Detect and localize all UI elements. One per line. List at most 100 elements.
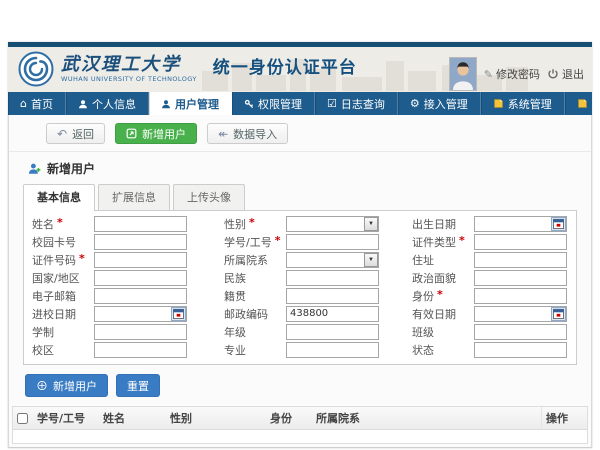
- field-label: 政治面貌: [412, 270, 456, 286]
- campus-card-input[interactable]: [94, 234, 187, 250]
- field-label: 状态: [412, 342, 434, 358]
- university-logo-icon: [18, 51, 54, 87]
- col-actions: 操作: [542, 407, 587, 429]
- postal-code-input[interactable]: [286, 306, 379, 322]
- person-icon: [78, 99, 88, 109]
- form-field: 进校日期: [28, 306, 220, 321]
- nav-item-access-management[interactable]: ⚙ 接入管理: [398, 92, 481, 115]
- nav-item-home[interactable]: ⌂ 首页: [8, 92, 66, 115]
- identity-input[interactable]: [474, 288, 567, 304]
- nav-label: 权限管理: [258, 96, 302, 112]
- country-region-input[interactable]: [94, 270, 187, 286]
- submit-add-user-button[interactable]: ⊕ 新增用户: [25, 374, 108, 397]
- nav-item-log-query[interactable]: ☑ 日志查询: [315, 92, 398, 115]
- field-label: 校园卡号: [32, 234, 76, 250]
- field-label: 籍贯: [224, 288, 246, 304]
- political-status-input[interactable]: [474, 270, 567, 286]
- data-import-button[interactable]: ↞ 数据导入: [207, 123, 288, 144]
- col-student-id: 学号/工号: [33, 407, 99, 429]
- field-label: 进校日期: [32, 306, 76, 322]
- department-dropdown-button[interactable]: ▼: [364, 253, 378, 267]
- university-name-en: WUHAN UNIVERSITY OF TECHNOLOGY: [61, 76, 197, 83]
- form-field: 学号/工号*: [220, 234, 408, 249]
- toolbar-add-user-label: 新增用户: [142, 126, 186, 142]
- campus-input[interactable]: [94, 342, 187, 358]
- form-field: 校园卡号: [28, 234, 220, 249]
- enrollment-date-calendar-button[interactable]: [171, 307, 186, 321]
- native-place-input[interactable]: [286, 288, 379, 304]
- gear-icon: ⚙: [410, 98, 420, 109]
- reset-label: 重置: [127, 378, 149, 394]
- nav-item-user-management[interactable]: 用户管理: [149, 92, 232, 115]
- gender-dropdown-button[interactable]: ▼: [364, 217, 378, 231]
- basic-info-panel: 姓名* 性别*▼ 出生日期 校园卡号 学号/工号* 证件类型* 证件号码* 所属…: [23, 210, 577, 365]
- change-password-label: 修改密码: [496, 66, 540, 82]
- add-user-icon: [126, 128, 137, 139]
- nav-item-subscription-management[interactable]: 订阅管理: [565, 92, 600, 115]
- field-label: 身份: [412, 288, 434, 304]
- plus-circle-icon: ⊕: [36, 380, 48, 392]
- header-user-area: ✎ 修改密码 退出: [449, 57, 584, 91]
- nav-label: 系统管理: [508, 96, 552, 112]
- nav-item-permission-management[interactable]: 权限管理: [232, 92, 315, 115]
- nav-item-system-management[interactable]: 系统管理: [481, 92, 565, 115]
- form-field: 邮政编码: [220, 306, 408, 321]
- field-label: 学号/工号: [224, 234, 272, 250]
- col-identity: 身份: [266, 407, 312, 429]
- grade-input[interactable]: [286, 324, 379, 340]
- tab-upload-photo[interactable]: 上传头像: [173, 184, 245, 210]
- nav-label: 用户管理: [175, 96, 219, 112]
- form-field: 年级: [220, 324, 408, 339]
- valid-date-calendar-button[interactable]: [551, 307, 566, 321]
- data-import-label: 数据导入: [233, 126, 277, 142]
- reset-button[interactable]: 重置: [116, 374, 160, 397]
- pencil-icon: ✎: [484, 68, 493, 81]
- select-all-checkbox[interactable]: [17, 413, 28, 424]
- auth-platform-window: 武汉理工大学 WUHAN UNIVERSITY OF TECHNOLOGY 统一…: [8, 42, 592, 448]
- field-label: 住址: [412, 252, 434, 268]
- toolbar-add-user-button[interactable]: 新增用户: [115, 123, 197, 144]
- ethnicity-input[interactable]: [286, 270, 379, 286]
- back-button[interactable]: ↶ 返回: [46, 123, 105, 144]
- nav-label: 订阅管理: [592, 96, 600, 112]
- address-input[interactable]: [474, 252, 567, 268]
- field-label: 专业: [224, 342, 246, 358]
- form-field: 民族: [220, 270, 408, 285]
- major-input[interactable]: [286, 342, 379, 358]
- email-input[interactable]: [94, 288, 187, 304]
- university-name: 武汉理工大学: [61, 56, 197, 74]
- log-search-icon: ☑: [327, 98, 337, 109]
- schooling-length-input[interactable]: [94, 324, 187, 340]
- brand: 武汉理工大学 WUHAN UNIVERSITY OF TECHNOLOGY 统一…: [18, 51, 357, 87]
- change-password-link[interactable]: ✎ 修改密码: [484, 66, 540, 82]
- tab-extended-info[interactable]: 扩展信息: [98, 184, 170, 210]
- field-label: 民族: [224, 270, 246, 286]
- status-input[interactable]: [474, 342, 567, 358]
- name-input[interactable]: [94, 216, 187, 232]
- field-label: 年级: [224, 324, 246, 340]
- field-label: 学制: [32, 324, 54, 340]
- logout-link[interactable]: 退出: [547, 66, 584, 82]
- submit-label: 新增用户: [53, 378, 97, 394]
- field-label: 证件号码: [32, 252, 76, 268]
- section-title: 新增用户: [47, 160, 95, 177]
- class-input[interactable]: [474, 324, 567, 340]
- id-number-input[interactable]: [94, 252, 187, 268]
- birth-date-calendar-button[interactable]: [551, 217, 566, 231]
- back-label: 返回: [72, 126, 94, 142]
- form-field: 籍贯: [220, 288, 408, 303]
- id-type-input[interactable]: [474, 234, 567, 250]
- required-marker: *: [437, 288, 443, 304]
- col-department: 所属院系: [312, 407, 542, 429]
- form-field: 证件号码*: [28, 252, 220, 267]
- field-label: 校区: [32, 342, 54, 358]
- student-id-input[interactable]: [286, 234, 379, 250]
- nav-label: 个人信息: [92, 96, 136, 112]
- form-field: 住址: [408, 252, 572, 267]
- col-name: 姓名: [99, 407, 166, 429]
- form-field: 校区: [28, 342, 220, 357]
- form-field: 政治面貌: [408, 270, 572, 285]
- nav-item-profile[interactable]: 个人信息: [66, 92, 149, 115]
- tab-basic-info[interactable]: 基本信息: [23, 184, 95, 211]
- table-header-row: 学号/工号 姓名 性别 身份 所属院系 操作: [13, 407, 587, 430]
